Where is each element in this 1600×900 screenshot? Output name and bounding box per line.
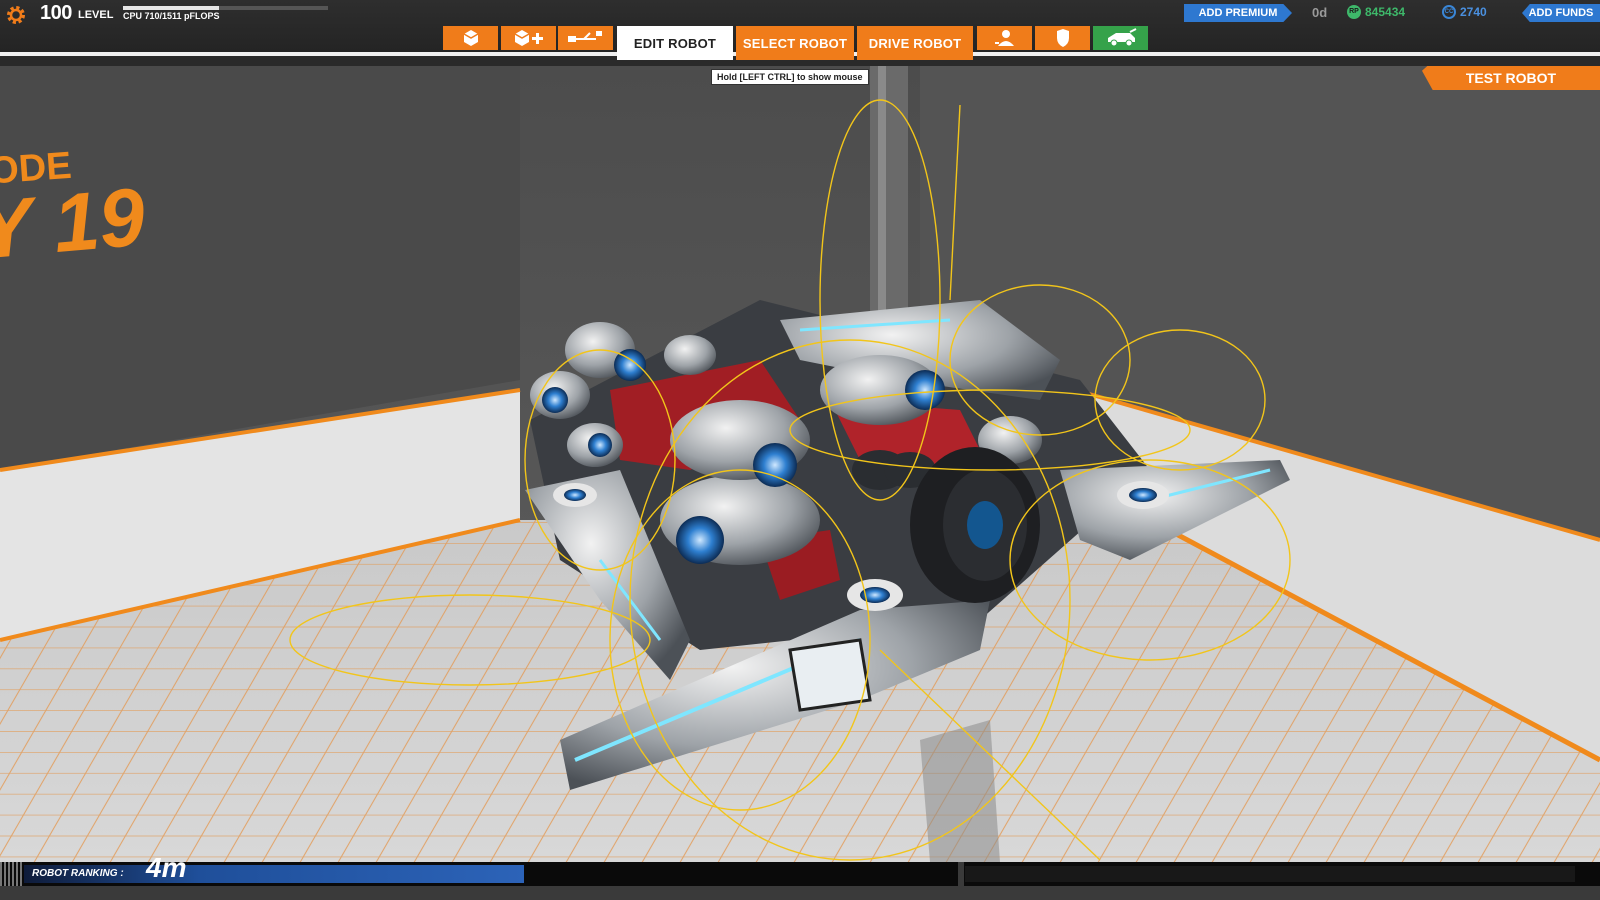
level-label: LEVEL — [78, 9, 114, 21]
cpu-text: CPU 710/1511 pFLOPS — [123, 11, 220, 21]
shield-icon — [1056, 29, 1069, 47]
user-icon — [994, 30, 1014, 46]
gear-icon[interactable] — [4, 3, 28, 27]
wall-text-line2: Y 19 — [0, 171, 149, 276]
garage-viewport[interactable]: ODE Y 19 — [0, 0, 1600, 900]
robot-ranking-value: 4m — [146, 852, 187, 883]
premium-days: 0d — [1312, 5, 1328, 20]
robot-ranking-label: ROBOT RANKING : — [32, 868, 124, 879]
mouse-hint-tooltip: Hold [LEFT CTRL] to show mouse — [711, 69, 869, 85]
cube-icon — [463, 30, 478, 46]
add-funds-button[interactable]: ADD FUNDS — [1522, 4, 1600, 22]
vehicle-icon — [1107, 28, 1136, 47]
tab-drive-robot[interactable]: DRIVE ROBOT — [857, 26, 973, 60]
ranking-bar-grip — [0, 862, 22, 886]
cpu-bar — [123, 6, 328, 10]
garage-vehicle-button[interactable] — [1093, 26, 1148, 50]
cube-button[interactable] — [443, 26, 498, 50]
rp-icon: RP — [1347, 5, 1361, 19]
add-premium-button[interactable]: ADD PREMIUM — [1184, 4, 1292, 22]
rp-value: 845434 — [1365, 5, 1406, 19]
tab-edit-robot[interactable]: EDIT ROBOT — [617, 26, 733, 60]
cpu-bar-fill — [123, 6, 220, 10]
cc-value: 2740 — [1460, 5, 1487, 19]
cube-plus-icon — [514, 30, 543, 46]
connect-button[interactable] — [558, 26, 613, 50]
test-robot-button[interactable]: TEST ROBOT — [1422, 66, 1600, 90]
tab-select-robot[interactable]: SELECT ROBOT — [736, 26, 854, 60]
level-number: 100 — [40, 2, 72, 24]
shield-button[interactable] — [1035, 26, 1090, 50]
ranking-bar-secondary — [965, 866, 1575, 882]
connect-icon — [567, 31, 602, 42]
profile-button[interactable] — [977, 26, 1032, 50]
add-cube-button[interactable] — [501, 26, 556, 50]
cc-icon: CC — [1442, 5, 1456, 19]
